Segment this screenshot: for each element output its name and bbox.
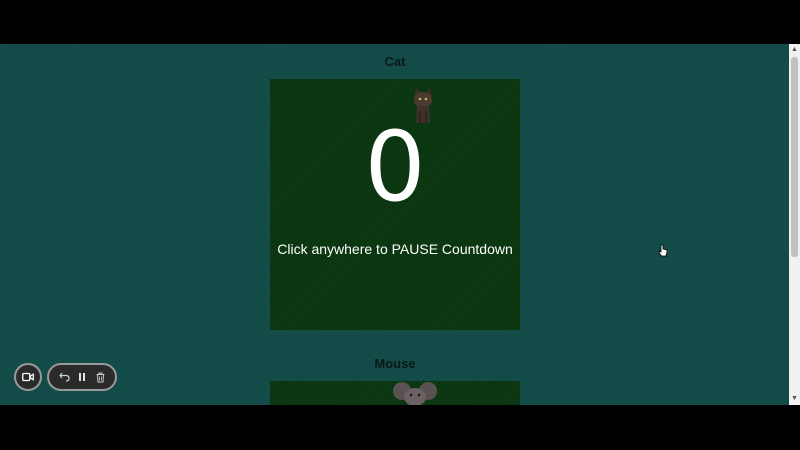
- trash-icon: [96, 372, 104, 382]
- section-title-mouse: Mouse: [374, 356, 416, 371]
- scroll-thumb[interactable]: [791, 57, 798, 257]
- recorder-controls: [47, 363, 117, 391]
- countdown-card-cat[interactable]: 0 Click anywhere to PAUSE Countdown: [270, 79, 520, 330]
- hand-cursor-icon: [658, 244, 668, 257]
- countdown-card-mouse[interactable]: [270, 381, 520, 405]
- delete-button[interactable]: [93, 370, 107, 384]
- undo-button[interactable]: [57, 370, 71, 384]
- undo-icon: [58, 372, 70, 382]
- countdown-number: 0: [364, 111, 426, 223]
- vertical-scrollbar[interactable]: ▲ ▼: [789, 44, 800, 405]
- record-button[interactable]: [14, 363, 42, 391]
- scroll-up-arrow-icon[interactable]: ▲: [789, 44, 800, 56]
- video-camera-icon: [22, 372, 34, 382]
- section-title-cat: Cat: [384, 54, 406, 69]
- mouse-image: [393, 382, 437, 405]
- letterbox-top: [0, 0, 800, 44]
- pause-instruction: Click anywhere to PAUSE Countdown: [277, 241, 513, 257]
- pause-icon: [79, 373, 85, 381]
- scroll-down-arrow-icon[interactable]: ▼: [789, 393, 800, 405]
- pause-button[interactable]: [75, 370, 89, 384]
- letterbox-bottom: [0, 405, 800, 450]
- page-viewport: Cat 0 Click anywhere to PAUSE Countdown …: [0, 44, 789, 405]
